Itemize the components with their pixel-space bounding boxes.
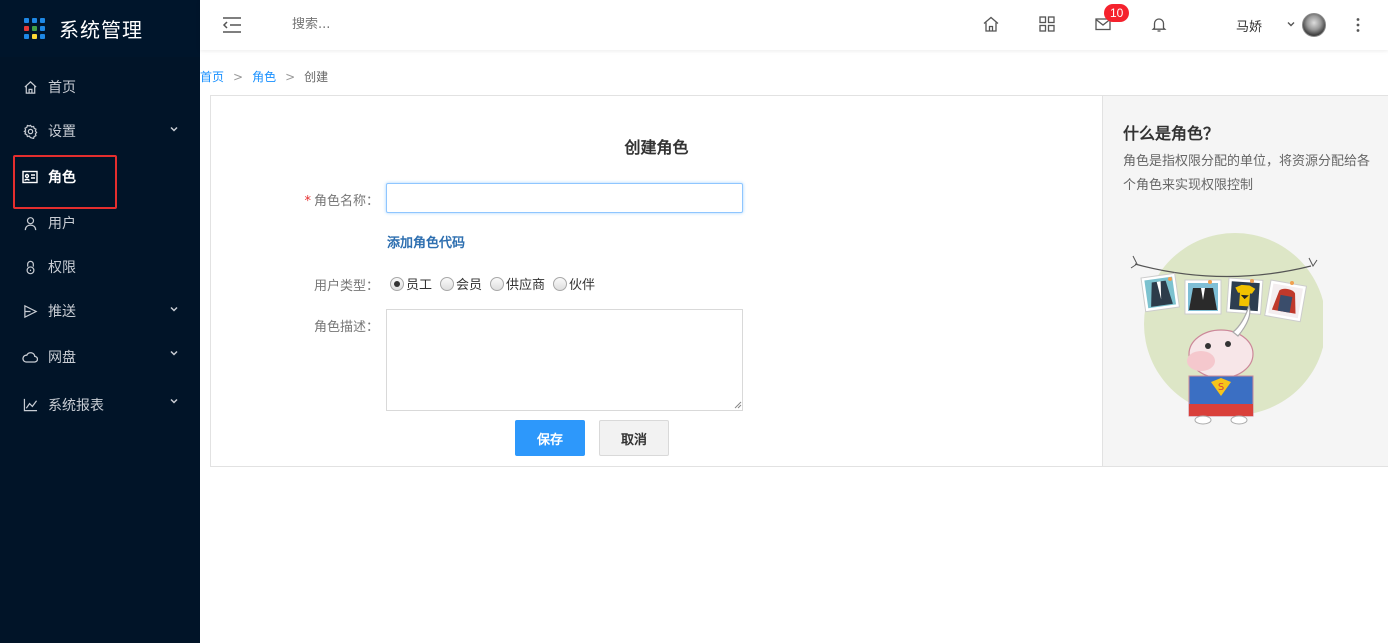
cancel-button[interactable]: 取消: [599, 420, 669, 456]
chevron-down-icon: [170, 306, 178, 312]
sidebar-item-label: 权限: [48, 260, 76, 276]
role-name-label: * 角色名称：: [304, 190, 379, 209]
help-text: 角色是指权限分配的单位，将资源分配给各个角色来实现权限控制: [1123, 154, 1371, 193]
sidebar-item-cloud-drive[interactable]: 网盘: [0, 333, 200, 381]
radio-label: 员工: [406, 278, 433, 293]
apps-icon[interactable]: [1038, 15, 1056, 33]
help-panel: 什么是角色？ 角色是指权限分配的单位，将资源分配给各个角色来实现权限控制 S: [1102, 96, 1388, 466]
add-role-code-link[interactable]: 添加角色代码: [387, 232, 465, 251]
home-icon[interactable]: [982, 15, 1000, 33]
breadcrumb-home[interactable]: 首页: [200, 68, 224, 85]
sidebar: 系统管理 首页 设置 角色 用户 权限 推送 网盘 系统报表: [0, 0, 200, 643]
mail-count-badge: 10: [1104, 4, 1130, 22]
radio-label: 供应商: [506, 278, 546, 293]
create-role-card: 创建角色 * 角色名称： 添加角色代码 用户类型： 员工 会员 供应商 伙伴 角…: [210, 95, 1388, 467]
svg-text:S: S: [1218, 382, 1224, 393]
user-type-radio-staff[interactable]: 员工: [390, 274, 432, 293]
sidebar-item-push[interactable]: 推送: [0, 289, 200, 333]
user-type-radio-partner[interactable]: 伙伴: [553, 274, 595, 293]
role-description-textarea[interactable]: [386, 309, 743, 411]
sidebar-item-label: 角色: [48, 170, 76, 186]
user-type-radio-supplier[interactable]: 供应商: [490, 274, 545, 293]
avatar[interactable]: [1302, 13, 1326, 37]
sidebar-item-role[interactable]: 角色: [0, 153, 200, 209]
menu-fold-icon[interactable]: [222, 16, 242, 34]
sidebar-item-reports[interactable]: 系统报表: [0, 381, 200, 429]
sidebar-item-label: 用户: [48, 216, 76, 232]
user-type-radio-group: 员工 会员 供应商 伙伴: [390, 274, 603, 293]
sidebar-item-label: 设置: [48, 124, 76, 140]
create-role-form: 创建角色 * 角色名称： 添加角色代码 用户类型： 员工 会员 供应商 伙伴 角…: [211, 96, 1102, 466]
gear-icon: [22, 123, 38, 139]
radio-label: 伙伴: [569, 278, 596, 293]
sidebar-item-settings[interactable]: 设置: [0, 109, 200, 153]
sidebar-item-home[interactable]: 首页: [0, 65, 200, 109]
breadcrumb: 首页 > 角色 > 创建: [200, 68, 328, 85]
save-button[interactable]: 保存: [515, 420, 585, 456]
resize-handle-icon[interactable]: [732, 399, 742, 409]
role-name-input[interactable]: [386, 183, 743, 213]
sidebar-item-user[interactable]: 用户: [0, 201, 200, 245]
chevron-down-icon: [170, 350, 178, 356]
sidebar-menu: 首页 设置 角色 用户 权限 推送 网盘 系统报表: [0, 65, 200, 429]
chevron-down-icon: [170, 126, 178, 132]
sidebar-item-label: 系统报表: [48, 398, 104, 414]
lock-icon: [22, 259, 38, 275]
more-vertical-icon[interactable]: [1350, 16, 1366, 34]
top-header: 10 马娇: [200, 0, 1388, 50]
role-desc-label: 角色描述：: [313, 320, 379, 335]
radio-button[interactable]: [553, 276, 568, 291]
user-type-label: 用户类型：: [313, 279, 379, 294]
sidebar-item-label: 推送: [48, 304, 76, 320]
help-title: 什么是角色？: [1123, 124, 1220, 143]
breadcrumb-separator: >: [285, 69, 296, 84]
radio-button[interactable]: [440, 276, 455, 291]
user-name[interactable]: 马娇: [1236, 16, 1262, 35]
radio-button[interactable]: [490, 276, 505, 291]
breadcrumb-separator: >: [233, 69, 244, 84]
radio-label: 会员: [456, 278, 483, 293]
send-icon: [22, 303, 38, 319]
sidebar-item-permission[interactable]: 权限: [0, 245, 200, 289]
app-grid-icon: [24, 18, 45, 39]
cloud-icon: [22, 349, 38, 365]
role-illustration-image: S: [1130, 233, 1323, 425]
home-icon: [22, 79, 38, 95]
form-title: 创建角色: [624, 138, 689, 157]
id-card-icon: [22, 169, 38, 185]
radio-button[interactable]: [390, 276, 404, 291]
user-type-radio-member[interactable]: 会员: [440, 274, 482, 293]
sidebar-item-label: 首页: [48, 80, 76, 96]
search-input[interactable]: [292, 17, 492, 32]
required-mark: *: [304, 194, 311, 209]
line-chart-icon: [22, 397, 38, 413]
app-title: 系统管理: [59, 18, 143, 42]
brand: 系统管理: [0, 0, 200, 57]
role-name-label-text: 角色名称：: [313, 194, 379, 209]
chevron-down-icon[interactable]: [1286, 19, 1296, 29]
breadcrumb-current: 创建: [304, 70, 329, 84]
sidebar-item-label: 网盘: [48, 350, 76, 366]
user-icon: [22, 215, 38, 231]
bell-icon[interactable]: [1150, 15, 1168, 33]
breadcrumb-role[interactable]: 角色: [252, 68, 276, 85]
chevron-down-icon: [170, 398, 178, 404]
